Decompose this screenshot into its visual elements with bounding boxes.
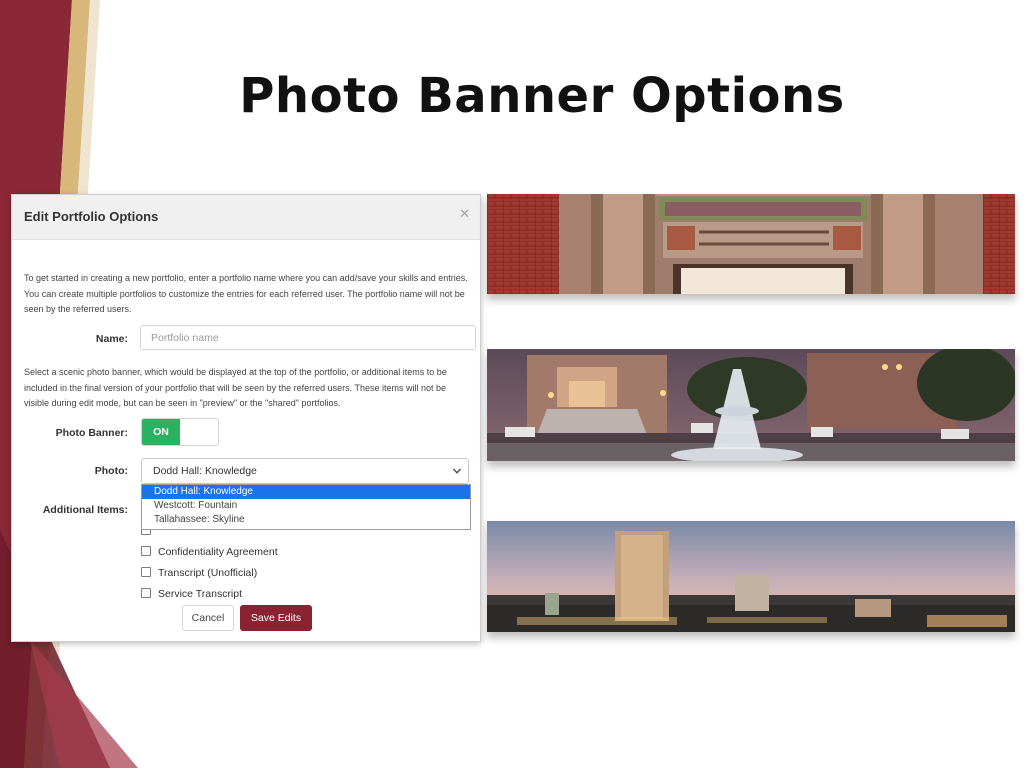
additional-item-row: Service Transcript <box>141 587 242 601</box>
chevron-down-icon <box>452 468 462 474</box>
photo-select[interactable]: Dodd Hall: Knowledge <box>141 458 469 484</box>
additional-items-label: Additional Items: <box>42 504 128 516</box>
banner-image-tallahassee-skyline <box>487 521 1015 632</box>
cancel-button[interactable]: Cancel <box>182 605 234 631</box>
additional-item-checkbox[interactable] <box>141 567 151 577</box>
photo-option[interactable]: Westcott: Fountain <box>142 499 470 513</box>
photo-label: Photo: <box>94 465 128 477</box>
photo-banner-toggle[interactable]: ON <box>141 418 219 446</box>
edit-portfolio-modal: Edit Portfolio Options ✕ To get started … <box>11 194 481 642</box>
photo-select-value: Dodd Hall: Knowledge <box>153 465 257 477</box>
additional-item-checkbox[interactable] <box>141 588 151 598</box>
banner-image-westcott-fountain <box>487 349 1015 461</box>
additional-item-label: Transcript (Unofficial) <box>158 567 258 579</box>
additional-item-row: Confidentiality Agreement <box>141 545 278 559</box>
banner-instructions-text: Select a scenic photo banner, which woul… <box>24 367 447 408</box>
photo-option[interactable]: Tallahassee: Skyline <box>142 513 470 527</box>
close-icon[interactable]: ✕ <box>459 206 470 222</box>
portfolio-name-input[interactable] <box>140 325 476 350</box>
save-edits-button[interactable]: Save Edits <box>240 605 312 631</box>
additional-item-checkbox[interactable] <box>141 546 151 556</box>
photo-banner-label: Photo Banner: <box>55 427 128 439</box>
additional-item-row: Transcript (Unofficial) <box>141 566 257 580</box>
modal-header: Edit Portfolio Options ✕ <box>12 195 480 240</box>
slide-title: Photo Banner Options <box>239 68 845 124</box>
photo-dropdown-list: Dodd Hall: Knowledge Westcott: Fountain … <box>141 484 471 530</box>
intro-text: To get started in creating a new portfol… <box>24 273 468 314</box>
modal-title: Edit Portfolio Options <box>24 209 159 224</box>
photo-option[interactable]: Dodd Hall: Knowledge <box>142 485 470 499</box>
additional-item-label: Confidentiality Agreement <box>158 546 278 558</box>
additional-item-label: Service Transcript <box>158 588 243 600</box>
toggle-on-label: ON <box>142 419 180 445</box>
banner-image-dodd-hall <box>487 194 1015 294</box>
name-label: Name: <box>95 333 128 345</box>
